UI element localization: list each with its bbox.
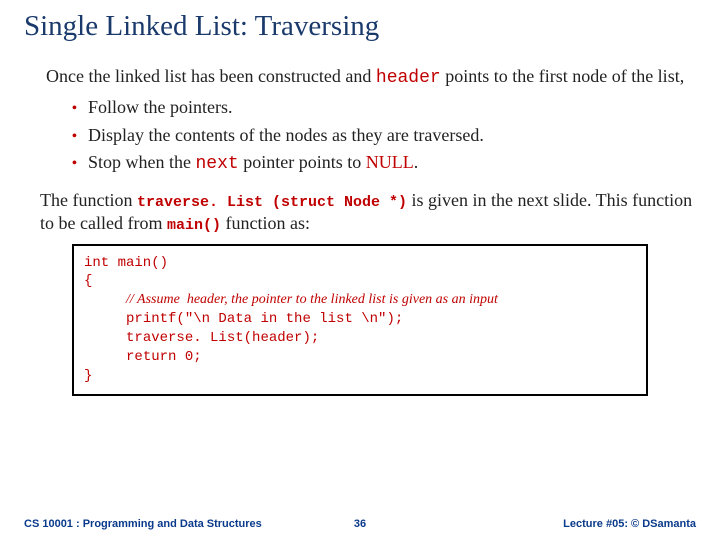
para2-pre: The function [40, 190, 137, 210]
intro-text: Once the linked list has been constructe… [46, 65, 696, 90]
bullet-3: Stop when the next pointer points to NUL… [72, 151, 696, 176]
bullet-3-code: next [196, 154, 239, 174]
code-l2: { [84, 273, 92, 289]
para2-code1: traverse. List (struct Node *) [137, 194, 407, 211]
footer-left: CS 10001 : Programming and Data Structur… [24, 518, 262, 530]
para-2: The function traverse. List (struct Node… [40, 189, 696, 236]
code-l1: int main() [84, 255, 168, 271]
code-l4: traverse. List(header); [126, 330, 319, 346]
bullet-3-post: . [414, 152, 419, 172]
code-l6: } [84, 368, 92, 384]
code-comment: // Assume header, the pointer to the lin… [126, 292, 498, 307]
code-l5: return 0; [126, 349, 202, 365]
intro-post: points to the first node of the list, [441, 66, 684, 86]
footer-page-number: 36 [354, 518, 366, 530]
bullet-2: Display the contents of the nodes as the… [72, 124, 696, 147]
slide-title: Single Linked List: Traversing [24, 10, 696, 43]
footer-right: Lecture #05: © DSamanta [563, 518, 696, 530]
bullet-3-null: NULL [366, 152, 414, 172]
para2-post: function as: [221, 213, 310, 233]
bullet-list: Follow the pointers. Display the content… [72, 96, 696, 176]
code-l3: printf("\n Data in the list \n"); [126, 311, 403, 327]
bullet-3-pre: Stop when the [88, 152, 196, 172]
intro-pre: Once the linked list has been constructe… [46, 66, 376, 86]
para2-code2: main() [167, 217, 221, 234]
slide: Single Linked List: Traversing Once the … [0, 0, 720, 540]
footer: CS 10001 : Programming and Data Structur… [0, 518, 720, 530]
bullet-3-mid: pointer points to [239, 152, 366, 172]
bullet-1: Follow the pointers. [72, 96, 696, 119]
code-block: int main() { // Assume header, the point… [72, 244, 648, 396]
intro-code: header [376, 68, 441, 88]
